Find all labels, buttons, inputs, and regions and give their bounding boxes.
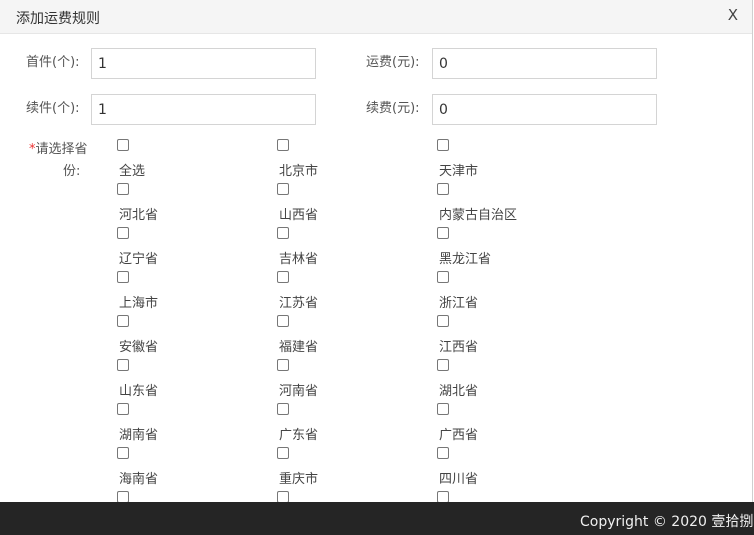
province-label: 湖北省 xyxy=(439,384,479,399)
province-label: 江苏省 xyxy=(279,296,319,311)
first-item-label: 首件(个): xyxy=(26,55,80,70)
province-checkbox[interactable] xyxy=(277,271,289,283)
province-checkbox[interactable] xyxy=(117,447,129,459)
dialog-header: 添加运费规则 X xyxy=(0,0,752,34)
province-label: 湖南省 xyxy=(119,428,159,443)
province-checkbox[interactable] xyxy=(437,271,449,283)
close-button[interactable]: X xyxy=(728,6,738,24)
province-label: 河南省 xyxy=(279,384,319,399)
extra-fee-input[interactable] xyxy=(432,94,657,125)
province-checkbox[interactable] xyxy=(437,359,449,371)
province-checkbox[interactable] xyxy=(277,315,289,327)
province-label-line1: 请选择省 xyxy=(35,142,88,157)
province-checkbox[interactable] xyxy=(437,183,449,195)
province-label: 全选 xyxy=(119,164,146,179)
province-label: 重庆市 xyxy=(279,472,319,487)
province-checkbox[interactable] xyxy=(117,139,129,151)
province-checkbox[interactable] xyxy=(277,359,289,371)
province-checkbox[interactable] xyxy=(437,139,449,151)
province-checkbox[interactable] xyxy=(277,227,289,239)
extra-item-label: 续件(个): xyxy=(26,101,80,116)
province-checkbox[interactable] xyxy=(437,227,449,239)
province-label: 天津市 xyxy=(439,164,479,179)
province-checkbox[interactable] xyxy=(277,447,289,459)
province-label: 河北省 xyxy=(119,208,159,223)
province-checkbox[interactable] xyxy=(277,403,289,415)
province-label: 江西省 xyxy=(439,340,479,355)
province-checkbox[interactable] xyxy=(117,271,129,283)
first-item-input[interactable] xyxy=(91,48,316,79)
extra-item-input[interactable] xyxy=(91,94,316,125)
province-label: 四川省 xyxy=(439,472,479,487)
province-checkbox[interactable] xyxy=(277,139,289,151)
province-label-line2: 份: xyxy=(63,164,81,179)
province-label: 福建省 xyxy=(279,340,319,355)
province-checkbox[interactable] xyxy=(117,227,129,239)
dialog-title: 添加运费规则 xyxy=(16,11,100,27)
add-shipping-rule-dialog: 添加运费规则 X 首件(个): 运费(元): 续件(个): 续费(元): *请选… xyxy=(0,0,753,503)
province-label: 上海市 xyxy=(119,296,159,311)
extra-fee-label: 续费(元): xyxy=(366,101,420,116)
province-checkbox[interactable] xyxy=(277,183,289,195)
province-checkbox[interactable] xyxy=(117,359,129,371)
province-checkbox[interactable] xyxy=(437,403,449,415)
first-fee-label: 运费(元): xyxy=(366,55,420,70)
province-label: 浙江省 xyxy=(439,296,479,311)
first-fee-input[interactable] xyxy=(432,48,657,79)
province-label: 广东省 xyxy=(279,428,319,443)
province-label: 辽宁省 xyxy=(119,252,159,267)
province-label: 内蒙古自治区 xyxy=(439,208,518,223)
province-checkbox[interactable] xyxy=(117,403,129,415)
province-label: *请选择省 xyxy=(29,138,88,157)
province-label: 山西省 xyxy=(279,208,319,223)
province-label: 黑龙江省 xyxy=(439,252,492,267)
province-checkbox[interactable] xyxy=(117,315,129,327)
copyright-text: Copyright © 2020 壹拾捌号 xyxy=(580,514,754,530)
province-label: 北京市 xyxy=(279,164,319,179)
province-label: 广西省 xyxy=(439,428,479,443)
footer: Copyright © 2020 壹拾捌号 xyxy=(0,502,754,535)
province-label: 山东省 xyxy=(119,384,159,399)
province-checkbox[interactable] xyxy=(437,447,449,459)
province-label: 安徽省 xyxy=(119,340,159,355)
province-checkbox[interactable] xyxy=(117,183,129,195)
province-label: 海南省 xyxy=(119,472,159,487)
province-label: 吉林省 xyxy=(279,252,319,267)
province-checkbox[interactable] xyxy=(437,315,449,327)
